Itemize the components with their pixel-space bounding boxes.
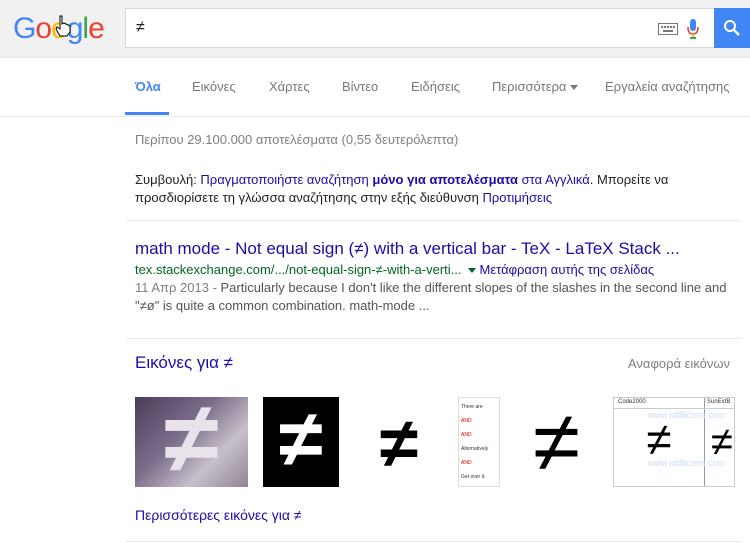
comic-line: There are (461, 404, 483, 410)
search-button[interactable] (714, 8, 750, 48)
logo-letter: o (35, 12, 52, 45)
tip-link-bold: μόνο για αποτελέσματα (372, 172, 519, 187)
url-dropdown-icon[interactable] (467, 268, 476, 274)
divider (126, 541, 741, 542)
tab-images[interactable]: Εικόνες (192, 79, 236, 94)
not-equal-glyph: ≠ (711, 420, 733, 464)
logo-letter: G (13, 12, 36, 45)
tab-more[interactable]: Περισσότερα (492, 79, 579, 94)
thumb-comic[interactable]: There are AND AND Alternatively AND Get … (458, 397, 500, 487)
report-images-link[interactable]: Αναφορά εικόνων (628, 356, 730, 371)
active-tab-indicator (125, 112, 169, 115)
comic-line: AND (461, 432, 472, 438)
hand-cursor-icon (55, 15, 71, 37)
search-tabs: Όλα Εικόνες Χάρτες Βίντεο Ειδήσεις Περισ… (0, 58, 750, 117)
tab-videos[interactable]: Βίντεο (342, 79, 378, 94)
not-equal-glyph: ≠ (164, 397, 219, 487)
thumb-table[interactable]: Code2000 SunExtB www.utf8icons.com www.u… (613, 397, 735, 487)
result-date: 11 Απρ 2013 - (135, 280, 221, 295)
search-icon (724, 20, 740, 36)
comic-line: AND (461, 460, 472, 466)
result-url-line: tex.stackexchange.com/.../not-equal-sign… (135, 261, 740, 279)
result-url: tex.stackexchange.com/.../not-equal-sign… (135, 262, 462, 277)
comic-line: Alternatively (461, 446, 489, 452)
divider (126, 220, 741, 221)
tip-link-text: Πραγματοποιήστε αναζήτηση (200, 172, 373, 187)
table-label: SunExtB (707, 399, 731, 405)
tip-link-text-end: στα Αγγλικά (518, 172, 590, 187)
result-title-link[interactable]: math mode - Not equal sign (≠) with a ve… (135, 238, 740, 260)
search-tip: Συμβουλή: Πραγματοποιήστε αναζήτηση μόνο… (135, 171, 695, 207)
thumb-gradient[interactable]: ≠ (135, 397, 248, 487)
tab-maps[interactable]: Χάρτες (269, 79, 310, 94)
thumb-black[interactable]: ≠ (263, 397, 339, 487)
tip-prefix: Συμβουλή: (135, 172, 201, 187)
thumb-bold[interactable]: ≠ (354, 397, 444, 487)
english-only-link[interactable]: Πραγματοποιήστε αναζήτηση μόνο για αποτε… (200, 172, 589, 187)
search-result: math mode - Not equal sign (≠) with a ve… (135, 238, 740, 315)
result-snippet: 11 Απρ 2013 - Particularly because I don… (135, 279, 740, 315)
search-input[interactable]: ≠ (125, 8, 715, 48)
thumb-thin[interactable]: ≠ (515, 397, 598, 487)
tab-search-tools[interactable]: Εργαλεία αναζήτησης (605, 79, 730, 94)
top-bar: Google ≠ (0, 0, 750, 58)
comic-line: Get over it. (461, 474, 486, 480)
table-label: Code2000 (618, 399, 646, 405)
comic-text: There are AND AND Alternatively AND Get … (461, 400, 499, 484)
result-snippet-line1: Particularly because I don't like the di… (220, 280, 727, 295)
not-equal-glyph: ≠ (532, 397, 581, 487)
keyboard-icon[interactable] (658, 23, 678, 35)
preferences-link[interactable]: Προτιμήσεις (482, 190, 552, 205)
divider (126, 338, 741, 339)
not-equal-glyph: ≠ (279, 397, 323, 483)
comic-line: AND (461, 418, 472, 424)
logo-letter: e (88, 12, 105, 45)
result-stats: Περίπου 29.100.000 αποτελέσματα (0,55 δε… (135, 132, 459, 147)
more-images-link[interactable]: Περισσότερες εικόνες για ≠ (135, 507, 302, 523)
chevron-down-icon (570, 85, 579, 91)
tab-all[interactable]: Όλα (135, 79, 161, 94)
tab-news[interactable]: Ειδήσεις (411, 79, 460, 94)
not-equal-glyph: ≠ (646, 413, 672, 465)
result-snippet-line2: "≠ø" is quite a common combination. math… (135, 298, 430, 313)
search-query: ≠ (136, 19, 145, 36)
not-equal-glyph: ≠ (379, 404, 419, 482)
table-divider (614, 408, 734, 409)
translate-page-link[interactable]: Μετάφραση αυτής της σελίδας (480, 262, 655, 277)
tab-more-label: Περισσότερα (492, 79, 567, 94)
microphone-icon[interactable] (686, 18, 700, 40)
images-heading-link[interactable]: Εικόνες για ≠ (135, 353, 233, 373)
